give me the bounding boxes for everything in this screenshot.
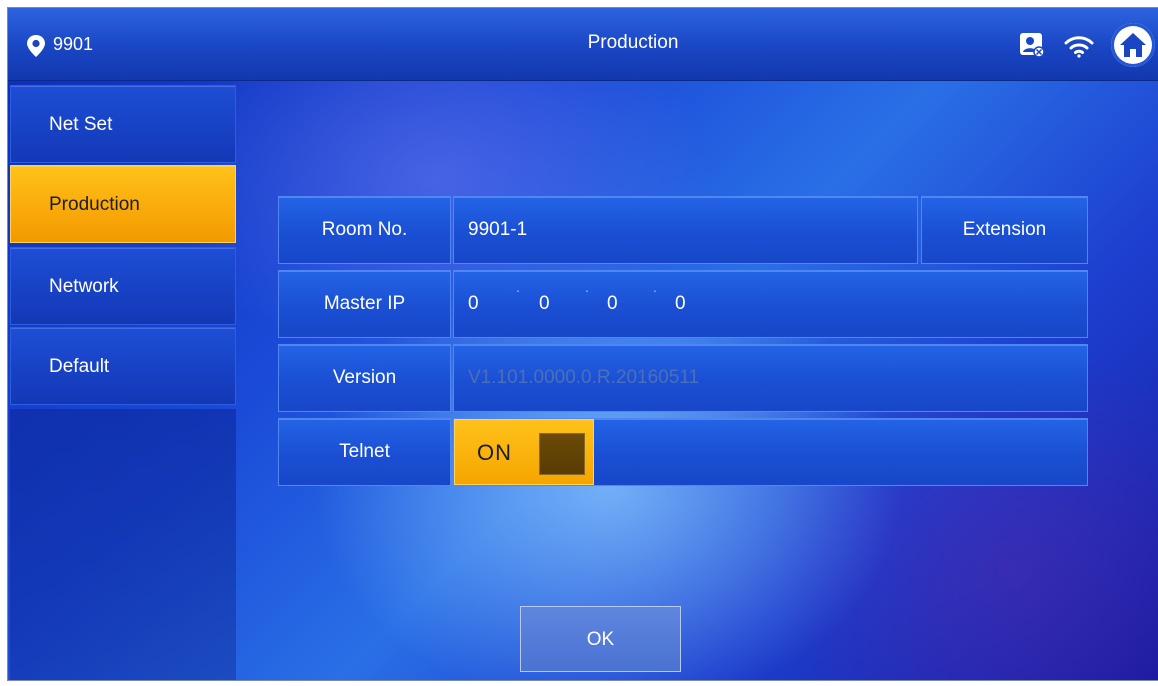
master-ip-label-cell: Master IP [278, 270, 451, 338]
version-label-cell: Version [278, 344, 451, 412]
wifi-icon [1064, 36, 1094, 58]
telnet-label: Telnet [339, 441, 390, 462]
version-field: V1.101.0000.0.R.20160511 [453, 344, 1088, 412]
master-ip-field[interactable]: 0 . 0 . 0 . 0 [453, 270, 1088, 338]
room-no-label: Room No. [321, 219, 408, 240]
card-status-icon [1020, 33, 1045, 58]
ip-octet-3[interactable]: 0 [607, 293, 618, 315]
ip-octet-4[interactable]: 0 [675, 293, 686, 315]
sidebar-item-label: Net Set [49, 114, 113, 135]
ip-dot-2: . [585, 279, 589, 295]
sidebar-item-label: Network [49, 276, 119, 297]
sidebar-item-net-set[interactable]: Net Set [10, 85, 236, 163]
ip-octet-1[interactable]: 0 [468, 293, 479, 315]
app-screen: 9901 Production Net Set Production Netwo… [7, 7, 1158, 681]
sidebar-background [10, 409, 236, 680]
home-button[interactable] [1111, 23, 1155, 67]
toggle-knob [539, 433, 585, 475]
telnet-label-cell: Telnet [278, 418, 451, 486]
top-bar: 9901 Production [8, 8, 1158, 81]
room-no-label-cell: Room No. [278, 196, 451, 264]
ip-dot-3: . [653, 279, 657, 295]
ok-button-label: OK [586, 629, 615, 650]
sidebar-item-label: Default [49, 356, 110, 377]
version-label: Version [332, 367, 397, 388]
telnet-field: ON [453, 418, 1088, 486]
extension-button-label: Extension [962, 219, 1047, 240]
home-icon [1120, 33, 1146, 57]
telnet-toggle-state: ON [477, 440, 512, 465]
sidebar-item-network[interactable]: Network [10, 247, 236, 325]
room-no-field[interactable]: 9901-1 [453, 196, 918, 264]
version-value: V1.101.0000.0.R.20160511 [468, 367, 700, 388]
ip-octet-2[interactable]: 0 [539, 293, 550, 315]
sidebar-item-label: Production [49, 194, 140, 215]
ip-dot-1: . [516, 279, 520, 295]
sidebar-item-default[interactable]: Default [10, 327, 236, 405]
sidebar-item-production[interactable]: Production [10, 165, 236, 243]
extension-button[interactable]: Extension [921, 196, 1088, 264]
telnet-toggle[interactable]: ON [454, 419, 594, 485]
master-ip-label: Master IP [323, 293, 406, 314]
page-title: Production [587, 32, 679, 53]
room-no-value: 9901-1 [468, 219, 528, 240]
ok-button[interactable]: OK [520, 606, 681, 672]
